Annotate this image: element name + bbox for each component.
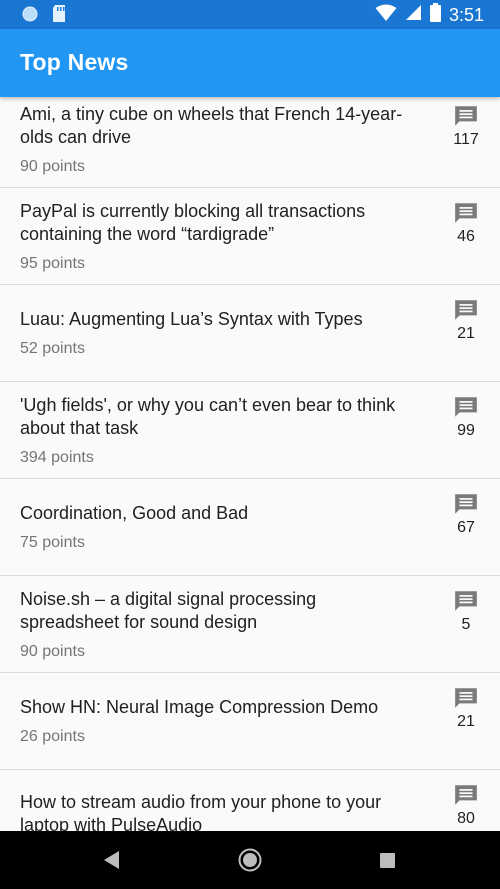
comments-button[interactable]: 21 (440, 297, 492, 343)
signal-icon (405, 4, 422, 26)
comment-icon (440, 103, 492, 129)
comments-button[interactable]: 21 (440, 685, 492, 731)
news-title: Show HN: Neural Image Compression Demo (20, 697, 379, 717)
status-bar: 3:51 (0, 0, 500, 29)
news-item[interactable]: How to stream audio from your phone to y… (0, 770, 500, 831)
home-icon[interactable] (237, 845, 263, 880)
comments-button[interactable]: 5 (440, 588, 492, 634)
news-points: 394 points (20, 448, 94, 466)
news-item[interactable]: Show HN: Neural Image Compression Demo 2… (0, 673, 500, 770)
news-title: Noise.sh – a digital signal processing s… (20, 588, 317, 632)
news-points: 95 points (20, 254, 85, 272)
comments-button[interactable]: 67 (440, 491, 492, 537)
comments-button[interactable]: 117 (440, 103, 492, 149)
comment-count: 5 (461, 616, 471, 633)
news-item[interactable]: Ami, a tiny cube on wheels that French 1… (0, 97, 500, 188)
comments-button[interactable]: 80 (440, 782, 492, 828)
comment-count: 46 (457, 228, 475, 245)
news-title: 'Ugh fields', or why you can’t even bear… (20, 394, 396, 438)
status-time: 3:51 (448, 4, 484, 25)
news-item[interactable]: 'Ugh fields', or why you can’t even bear… (0, 382, 500, 479)
comment-count: 99 (457, 422, 475, 439)
news-item[interactable]: Luau: Augmenting Lua’s Syntax with Types… (0, 285, 500, 382)
news-item[interactable]: Coordination, Good and Bad 75 points 67 (0, 479, 500, 576)
comment-count: 21 (457, 325, 475, 342)
app-bar: Top News (0, 29, 500, 97)
news-points: 26 points (20, 728, 85, 745)
news-title: Luau: Augmenting Lua’s Syntax with Types (20, 309, 363, 329)
recents-icon[interactable] (378, 845, 398, 880)
comment-icon (440, 394, 492, 420)
news-list[interactable]: Ami, a tiny cube on wheels that French 1… (0, 97, 500, 831)
news-points: 90 points (20, 157, 85, 175)
news-title: Ami, a tiny cube on wheels that French 1… (20, 103, 403, 147)
comment-icon (440, 588, 492, 614)
comments-button[interactable]: 99 (440, 394, 492, 440)
news-points: 52 points (20, 340, 85, 357)
comment-icon (440, 297, 492, 323)
notification-dot-icon (22, 6, 38, 27)
comment-count: 117 (453, 131, 479, 148)
comment-count: 80 (457, 810, 475, 827)
news-points: 75 points (20, 534, 85, 551)
page-title: Top News (20, 49, 129, 75)
comment-count: 21 (457, 713, 475, 730)
news-item[interactable]: Noise.sh – a digital signal processing s… (0, 576, 500, 673)
news-item[interactable]: PayPal is currently blocking all transac… (0, 188, 500, 285)
wifi-icon (375, 4, 397, 27)
sd-card-icon (52, 5, 66, 27)
comment-icon (440, 685, 492, 711)
battery-icon (429, 3, 441, 27)
news-points: 90 points (20, 642, 85, 660)
news-title: Coordination, Good and Bad (20, 503, 249, 523)
back-icon[interactable] (100, 845, 122, 880)
comments-button[interactable]: 46 (440, 200, 492, 246)
comment-icon (440, 782, 492, 808)
news-title: PayPal is currently blocking all transac… (20, 200, 366, 244)
comment-icon (440, 491, 492, 517)
navigation-bar (0, 831, 500, 889)
comment-count: 67 (457, 519, 475, 536)
news-title: How to stream audio from your phone to y… (20, 791, 382, 832)
comment-icon (440, 200, 492, 226)
